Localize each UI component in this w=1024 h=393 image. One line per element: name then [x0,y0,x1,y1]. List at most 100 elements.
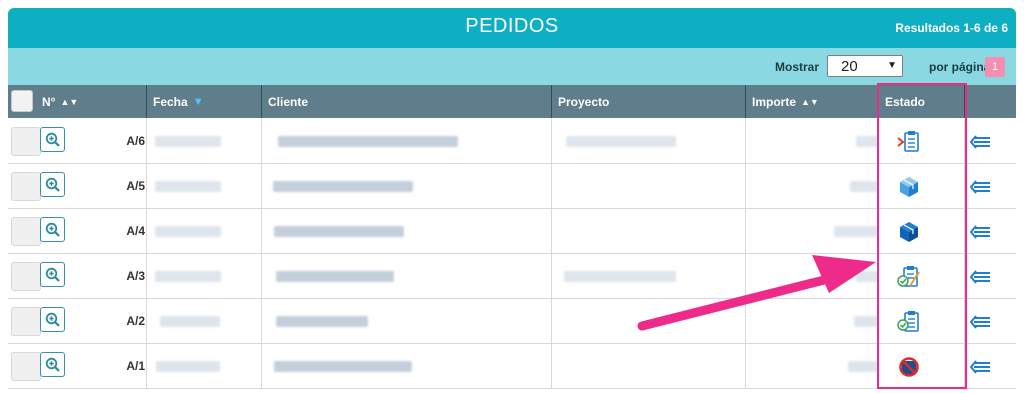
view-detail-button[interactable] [40,172,65,197]
redacted-amount [854,316,878,327]
table-cell [551,254,552,299]
view-detail-button[interactable] [40,127,65,152]
table-cell [551,119,552,164]
column-date-label: Fecha [153,95,188,109]
table-cell [964,119,965,164]
table-row: A/6 [8,119,1016,164]
order-number: A/4 [126,224,145,238]
table-cell [261,119,262,164]
table-cell [146,254,147,299]
column-status-label: Estado [885,95,926,109]
redacted-amount [856,271,878,282]
clipboard-pending-icon[interactable] [896,129,922,155]
table-cell [551,299,552,344]
back-list-icon[interactable] [969,314,994,330]
column-header-client[interactable]: Cliente [261,85,551,118]
per-page-label: por página [929,60,991,74]
column-client-label: Cliente [268,95,309,109]
back-list-icon[interactable] [969,269,994,285]
view-detail-button[interactable] [40,352,65,377]
table-row: A/4 [8,209,1016,254]
view-detail-button[interactable] [40,307,65,332]
zoom-in-icon [45,222,60,237]
orders-panel: PEDIDOS Resultados 1-6 de 6 Mostrar 20 ▼… [0,0,1024,393]
redacted-project [566,136,676,147]
redacted-client [274,361,412,372]
table-header: N° ▲▼ Fecha ▼ Cliente Proyecto Importe ▲▼ E… [8,85,1016,118]
table-cell [261,209,262,254]
row-checkbox[interactable] [11,352,41,381]
order-number: A/5 [126,179,145,193]
row-checkbox[interactable] [11,262,41,291]
column-header-status[interactable]: Estado [878,85,964,118]
page-size-select[interactable]: 20 ▼ [827,55,903,77]
redacted-amount [848,361,878,372]
sort-desc-icon: ▼ [192,96,204,108]
redacted-client [276,316,368,327]
title-bar: PEDIDOS Resultados 1-6 de 6 [8,8,1016,48]
back-list-icon[interactable] [969,134,994,150]
page-size-value: 20 [841,58,858,75]
table-row: A/5 [8,164,1016,209]
view-detail-button[interactable] [40,217,65,242]
order-number: A/3 [126,269,145,283]
table-cell [745,254,746,299]
clipboard-approved-edit-icon[interactable] [896,264,922,290]
column-number-label: N° [42,95,56,109]
redacted-date [156,361,220,372]
table-cell [878,209,879,254]
table-cell [745,209,746,254]
back-list-icon[interactable] [969,224,994,240]
table-cell [261,299,262,344]
row-checkbox[interactable] [11,217,41,246]
redacted-client [274,226,404,237]
redacted-amount [856,136,878,147]
table-cell [878,119,879,164]
clipboard-approved-icon[interactable] [896,309,922,335]
results-count: Resultados 1-6 de 6 [895,21,1008,35]
redacted-date [155,226,221,237]
table-cell [964,209,965,254]
table-cell [964,254,965,299]
table-row: A/3 [8,254,1016,299]
table-cell [146,119,147,164]
zoom-in-icon [45,132,60,147]
zoom-in-icon [45,312,60,327]
row-checkbox[interactable] [11,307,41,336]
column-header-actions [964,85,1016,118]
table-cell [146,344,147,389]
view-detail-button[interactable] [40,262,65,287]
back-list-icon[interactable] [969,359,994,375]
select-all-checkbox[interactable] [11,90,33,112]
redacted-client [273,181,413,192]
column-header-amount[interactable]: Importe ▲▼ [745,85,878,118]
zoom-in-icon [45,177,60,192]
redacted-date [155,271,221,282]
table-cell [146,209,147,254]
order-number: A/1 [126,359,145,373]
table-cell [964,164,965,209]
row-checkbox[interactable] [11,127,41,156]
column-header-project[interactable]: Proyecto [551,85,745,118]
table-cell [551,209,552,254]
redacted-client [276,271,394,282]
table-cell [745,299,746,344]
column-header-number[interactable]: N° ▲▼ [36,85,146,118]
table-cell [878,164,879,209]
page-button-current[interactable]: 1 [985,57,1005,77]
redacted-project [564,271,676,282]
back-list-icon[interactable] [969,179,994,195]
table-row: A/1 [8,344,1016,389]
column-amount-label: Importe [752,95,797,109]
row-checkbox[interactable] [11,172,41,201]
package-light-icon[interactable] [896,174,922,200]
order-number: A/2 [126,314,145,328]
table-cell [551,164,552,209]
package-icon[interactable] [896,219,922,245]
table-cell [878,344,879,389]
column-header-date[interactable]: Fecha ▼ [146,85,261,118]
cancelled-icon[interactable] [896,354,922,380]
table-cell [261,344,262,389]
order-number: A/6 [126,134,145,148]
table-cell [261,164,262,209]
